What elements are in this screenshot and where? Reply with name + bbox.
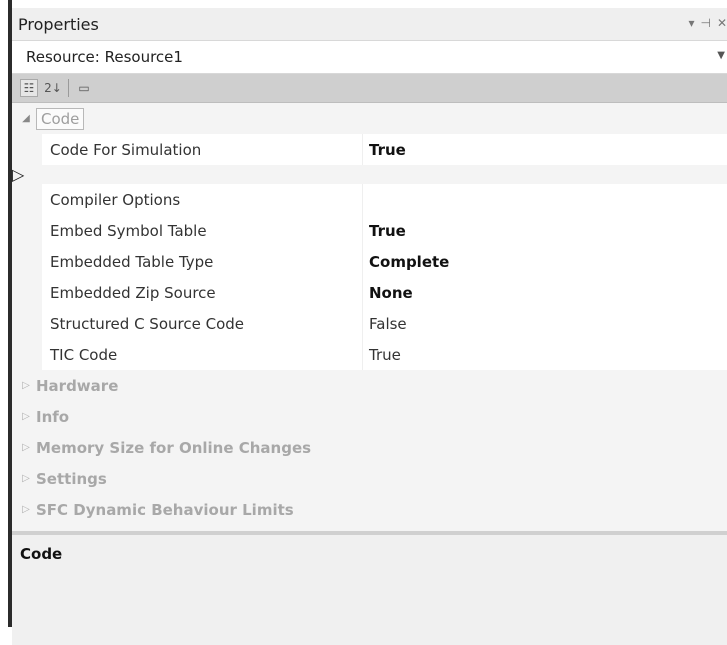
expand-icon[interactable]: ▷ (16, 473, 36, 484)
property-pages-icon[interactable]: ▭ (75, 79, 93, 97)
property-row-body[interactable]: Embedded Zip Source None (42, 277, 727, 308)
category-collapsed[interactable]: ▷ SFC Dynamic Behaviour Limits (12, 494, 727, 525)
property-value[interactable] (362, 184, 727, 215)
resource-selector-value: Resource: Resource1 (26, 48, 183, 66)
property-row[interactable]: TIC Code True (12, 339, 727, 370)
property-name: Embedded Zip Source (50, 283, 216, 302)
categorized-icon[interactable]: ☷ (20, 79, 38, 97)
property-row-body[interactable]: Code For Simulation True (42, 134, 727, 165)
property-value[interactable]: False (362, 308, 727, 339)
properties-panel: Properties ▾ ⊣ ✕ Resource: Resource1 ▼ ☷… (12, 8, 727, 645)
description-pane: Code (12, 535, 727, 645)
category-collapsed[interactable]: ▷ Hardware (12, 370, 727, 401)
property-row[interactable]: Code For Simulation True (12, 134, 727, 165)
category-collapsed[interactable]: ▷ Info (12, 401, 727, 432)
panel-title: Properties (18, 14, 99, 34)
alphabetical-icon[interactable]: 2↓ (44, 79, 62, 97)
pin-icon[interactable]: ⊣ (700, 16, 710, 30)
property-name: Compiler Options (50, 190, 181, 209)
property-value[interactable]: None (362, 277, 727, 308)
property-name: Code For Simulation (50, 140, 202, 159)
category-label: Code (36, 107, 85, 130)
property-row[interactable]: ▷ Compiler Options (12, 165, 727, 215)
category-code[interactable]: ◢ Code (12, 103, 727, 134)
property-value[interactable]: True (362, 134, 727, 165)
panel-titlebar: Properties ▾ ⊣ ✕ (12, 8, 727, 40)
category-collapsed[interactable]: ▷ Settings (12, 463, 727, 494)
property-row[interactable]: Embedded Table Type Complete (12, 246, 727, 277)
property-value[interactable]: Complete (362, 246, 727, 277)
property-row-body[interactable]: TIC Code True (42, 339, 727, 370)
toolbar-separator (68, 79, 69, 97)
category-collapsed[interactable]: ▷ Memory Size for Online Changes (12, 432, 727, 463)
close-icon[interactable]: ✕ (717, 16, 727, 30)
property-row-body[interactable]: Embedded Table Type Complete (42, 246, 727, 277)
properties-toolbar: ☷ 2↓ ▭ (12, 74, 727, 103)
expand-icon[interactable]: ▷ (16, 442, 36, 453)
property-row-body[interactable]: Embed Symbol Table True (42, 215, 727, 246)
category-label: Settings (36, 469, 107, 488)
property-row[interactable]: Embedded Zip Source None (12, 277, 727, 308)
property-name: Embed Symbol Table (50, 221, 207, 240)
titlebar-buttons: ▾ ⊣ ✕ (688, 16, 727, 30)
property-row[interactable]: Embed Symbol Table True (12, 215, 727, 246)
expand-icon[interactable]: ▷ (12, 165, 24, 184)
description-title: Code (20, 545, 63, 563)
property-value[interactable]: True (362, 339, 727, 370)
category-label: Info (36, 407, 70, 426)
expand-icon[interactable]: ▷ (16, 380, 36, 391)
property-name: TIC Code (50, 345, 118, 364)
property-row-body[interactable]: Compiler Options (42, 184, 727, 215)
expand-icon[interactable]: ▷ (16, 411, 36, 422)
property-row[interactable]: Structured C Source Code False (12, 308, 727, 339)
category-label: SFC Dynamic Behaviour Limits (36, 500, 294, 519)
expand-icon[interactable]: ▷ (16, 504, 36, 515)
resource-selector[interactable]: Resource: Resource1 ▼ (12, 40, 727, 74)
property-grid: ◢ Code Code For Simulation True ▷ Compiler … (12, 103, 727, 525)
category-label: Hardware (36, 376, 119, 395)
property-row-body[interactable]: Structured C Source Code False (42, 308, 727, 339)
collapse-icon[interactable]: ◢ (16, 113, 36, 124)
property-name: Structured C Source Code (50, 314, 244, 333)
window-menu-icon[interactable]: ▾ (688, 16, 694, 30)
property-value[interactable]: True (362, 215, 727, 246)
property-name: Embedded Table Type (50, 252, 214, 271)
category-label: Memory Size for Online Changes (36, 438, 312, 457)
chevron-down-icon[interactable]: ▼ (717, 50, 725, 61)
